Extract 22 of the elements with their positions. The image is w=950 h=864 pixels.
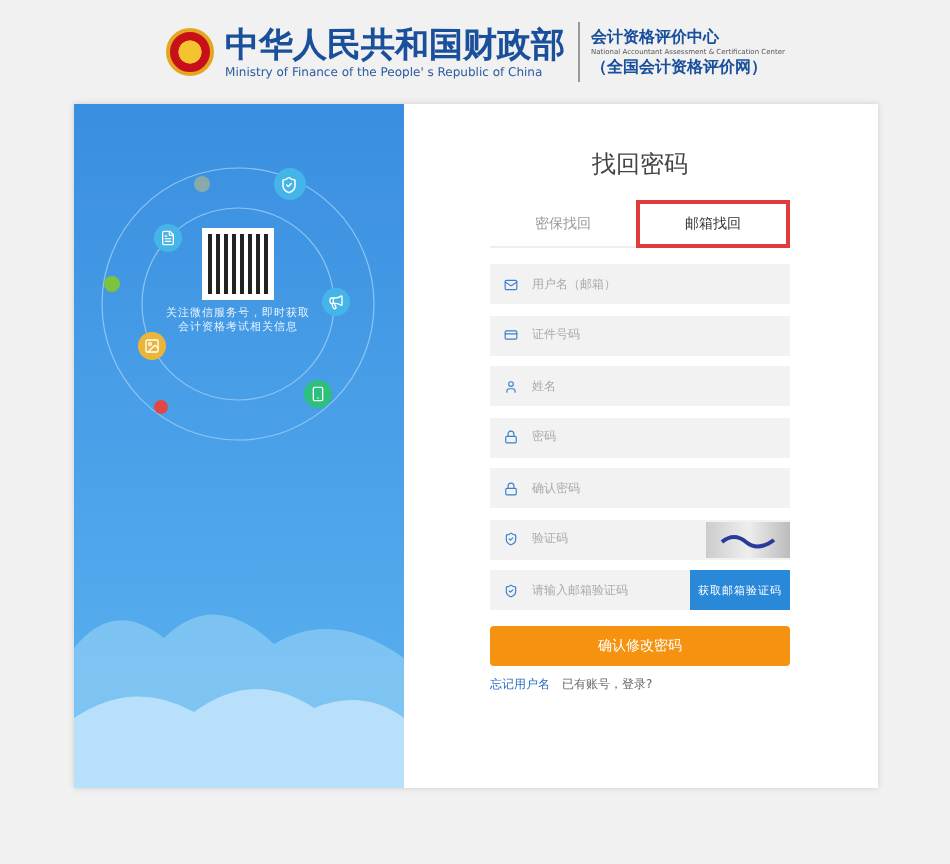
field-icon [504,430,518,444]
picture-icon [137,332,165,360]
field-icon [504,379,518,393]
document-icon [153,224,181,252]
shield-icon [273,168,305,200]
field-icon [504,583,518,597]
field-icon [504,328,518,342]
field-icon [504,532,518,546]
center-name: 会计资格评价中心 [591,26,722,48]
captcha-image[interactable] [706,521,790,557]
qr-code [202,228,274,300]
megaphone-icon [321,288,349,316]
site-name: （全国会计资格评价网） [591,56,770,78]
dot-icon [153,400,167,414]
national-emblem-icon [165,28,214,76]
phone-icon [303,380,331,408]
field-icon [504,481,518,495]
dot-icon [103,276,119,292]
ministry-title: 中华人民共和国财政部 [225,25,566,65]
form-title: 找回密码 [592,148,688,182]
field-icon [504,277,518,291]
dot-icon [193,176,209,192]
